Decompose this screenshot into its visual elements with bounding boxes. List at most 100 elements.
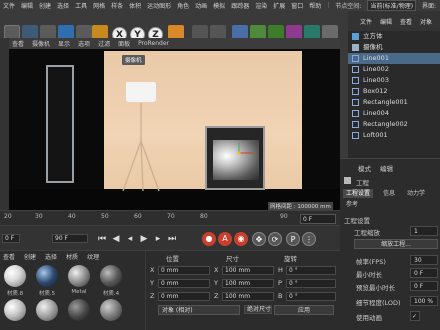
project-scale-field[interactable]: 1 bbox=[410, 226, 438, 236]
rotation-h-field[interactable]: 0 ° bbox=[286, 266, 336, 275]
menu-create[interactable]: 创建 bbox=[39, 1, 51, 10]
object-menu-edit[interactable]: 编辑 bbox=[380, 17, 392, 26]
menu-help[interactable]: 帮助 bbox=[309, 1, 321, 10]
object-row-line002[interactable]: Line002 bbox=[348, 64, 440, 75]
tab-project-settings[interactable]: 工程设置 bbox=[343, 189, 374, 198]
object-row-line001[interactable]: Line001 bbox=[348, 53, 440, 64]
prev-frame-icon[interactable]: ◂ bbox=[124, 233, 136, 245]
attr-menu-edit[interactable]: 编辑 bbox=[380, 163, 393, 173]
camera-icon bbox=[352, 44, 359, 51]
menu-select[interactable]: 选择 bbox=[57, 1, 69, 10]
lod-field[interactable]: 100 % bbox=[410, 296, 438, 306]
rotation-p-field[interactable]: 0 ° bbox=[286, 279, 336, 288]
menu-extensions[interactable]: 扩展 bbox=[273, 1, 285, 10]
menu-character[interactable]: 角色 bbox=[177, 1, 189, 10]
preview-min-time-field[interactable]: 0 F bbox=[410, 281, 438, 291]
menu-file[interactable]: 文件 bbox=[3, 1, 15, 10]
object-row-rectangle001[interactable]: Rectangle001 bbox=[348, 97, 440, 108]
position-z-field[interactable]: 0 mm bbox=[158, 292, 210, 301]
material-ball[interactable] bbox=[68, 299, 90, 321]
min-time-field[interactable]: 0 F bbox=[410, 268, 438, 278]
object-row-line004[interactable]: Line004 bbox=[348, 108, 440, 119]
tab-reference[interactable]: 参考 bbox=[343, 200, 361, 209]
material-ball[interactable] bbox=[68, 265, 90, 287]
object-row-box012[interactable]: Box012 bbox=[348, 86, 440, 97]
material-menu-item[interactable]: 纹理 bbox=[87, 252, 99, 261]
keyframe-selection-icon[interactable]: ◉ bbox=[234, 232, 248, 246]
viewport-menu-view[interactable]: 查看 bbox=[12, 39, 24, 48]
object-menu-object[interactable]: 对象 bbox=[420, 17, 432, 26]
go-to-end-icon[interactable]: ⏭ bbox=[166, 233, 178, 245]
material-ball[interactable] bbox=[100, 265, 122, 287]
apply-button[interactable]: 应用 bbox=[274, 305, 334, 315]
current-frame-field[interactable]: 0 F bbox=[300, 214, 336, 224]
node-space-dropdown[interactable]: 当前(标准/物理) bbox=[367, 0, 417, 11]
object-menu-file[interactable]: 文件 bbox=[360, 17, 372, 26]
viewport-menu-options[interactable]: 选项 bbox=[78, 39, 90, 48]
material-ball[interactable] bbox=[4, 299, 26, 321]
material-ball[interactable] bbox=[4, 265, 26, 287]
param-key-icon[interactable]: P bbox=[286, 232, 300, 246]
tab-dynamics[interactable]: 动力学 bbox=[404, 189, 428, 198]
material-ball[interactable] bbox=[100, 299, 122, 321]
use-animation-checkbox[interactable]: ✓ bbox=[410, 311, 420, 321]
material-ball[interactable] bbox=[36, 265, 58, 287]
axis-gizmo[interactable] bbox=[235, 143, 255, 163]
menu-edit[interactable]: 编辑 bbox=[21, 1, 33, 10]
menu-render[interactable]: 渲染 bbox=[255, 1, 267, 10]
material-menu-item[interactable]: 查看 bbox=[3, 252, 15, 261]
spline-icon bbox=[352, 66, 359, 73]
size-z-field[interactable]: 100 mm bbox=[222, 292, 274, 301]
menu-spline[interactable]: 样条 bbox=[111, 1, 123, 10]
record-icon[interactable]: ● bbox=[202, 232, 216, 246]
menu-tracker[interactable]: 跟踪器 bbox=[231, 1, 249, 10]
menu-animate[interactable]: 动画 bbox=[195, 1, 207, 10]
object-row-rectangle002[interactable]: Rectangle002 bbox=[348, 119, 440, 130]
object-row-loft001[interactable]: Loft001 bbox=[348, 130, 440, 141]
size-mode-dropdown[interactable]: 绝对尺寸 bbox=[244, 305, 272, 314]
position-key-icon[interactable]: ✥ bbox=[252, 232, 266, 246]
menu-mesh[interactable]: 网格 bbox=[93, 1, 105, 10]
viewport-menu-prorender[interactable]: ProRender bbox=[138, 40, 169, 47]
timeline-ruler[interactable]: 20 30 40 50 60 70 80 90 bbox=[0, 210, 340, 225]
object-row-camera[interactable]: 摄像机 bbox=[348, 42, 440, 53]
start-frame-field[interactable]: 0 F bbox=[2, 234, 20, 243]
rotation-key-icon[interactable]: ⟳ bbox=[268, 232, 282, 246]
position-y-field[interactable]: 0 mm bbox=[158, 279, 210, 288]
end-frame-field[interactable]: 90 F bbox=[52, 234, 88, 243]
point-level-icon[interactable]: ⋮ bbox=[302, 232, 316, 246]
rotation-b-field[interactable]: 0 ° bbox=[286, 292, 336, 301]
viewport-menu-display[interactable]: 显示 bbox=[58, 39, 70, 48]
go-to-start-icon[interactable]: ⏮ bbox=[96, 233, 108, 245]
material-menu-item[interactable]: 选择 bbox=[45, 252, 57, 261]
3d-viewport[interactable] bbox=[9, 49, 340, 210]
viewport-menu-camera[interactable]: 摄像机 bbox=[32, 39, 50, 48]
scale-project-button[interactable]: 缩放工程... bbox=[354, 239, 438, 249]
viewport-menu-panel[interactable]: 面板 bbox=[118, 39, 130, 48]
viewport-menu-filter[interactable]: 过滤 bbox=[98, 39, 110, 48]
next-frame-icon[interactable]: ▸ bbox=[152, 233, 164, 245]
menu-tools[interactable]: 工具 bbox=[75, 1, 87, 10]
coord-mode-dropdown[interactable]: 对象 (相对) bbox=[158, 305, 240, 315]
auto-key-icon[interactable]: A bbox=[218, 232, 232, 246]
size-y-field[interactable]: 100 mm bbox=[222, 279, 274, 288]
material-ball[interactable] bbox=[36, 299, 58, 321]
object-menu-view[interactable]: 查看 bbox=[400, 17, 412, 26]
min-time-label: 最小时长 bbox=[356, 271, 382, 279]
object-row-cube[interactable]: 立方体 bbox=[348, 31, 440, 42]
fps-field[interactable]: 30 bbox=[410, 255, 438, 265]
prev-key-icon[interactable]: ◀ bbox=[110, 233, 122, 245]
menu-window[interactable]: 窗口 bbox=[291, 1, 303, 10]
play-icon[interactable]: ▶ bbox=[138, 233, 150, 245]
material-menu-item[interactable]: 材质 bbox=[66, 252, 78, 261]
material-menu-item[interactable]: 创建 bbox=[24, 252, 36, 261]
object-row-line003[interactable]: Line003 bbox=[348, 75, 440, 86]
menu-simulate[interactable]: 模拟 bbox=[213, 1, 225, 10]
tab-info[interactable]: 信息 bbox=[380, 189, 398, 198]
menu-mograph[interactable]: 运动图形 bbox=[147, 1, 171, 10]
attr-menu-mode[interactable]: 模式 bbox=[358, 163, 371, 173]
size-x-field[interactable]: 100 mm bbox=[222, 266, 274, 275]
position-x-field[interactable]: 0 mm bbox=[158, 266, 210, 275]
menu-volume[interactable]: 体积 bbox=[129, 1, 141, 10]
material-label: 材质.8 bbox=[6, 291, 24, 297]
